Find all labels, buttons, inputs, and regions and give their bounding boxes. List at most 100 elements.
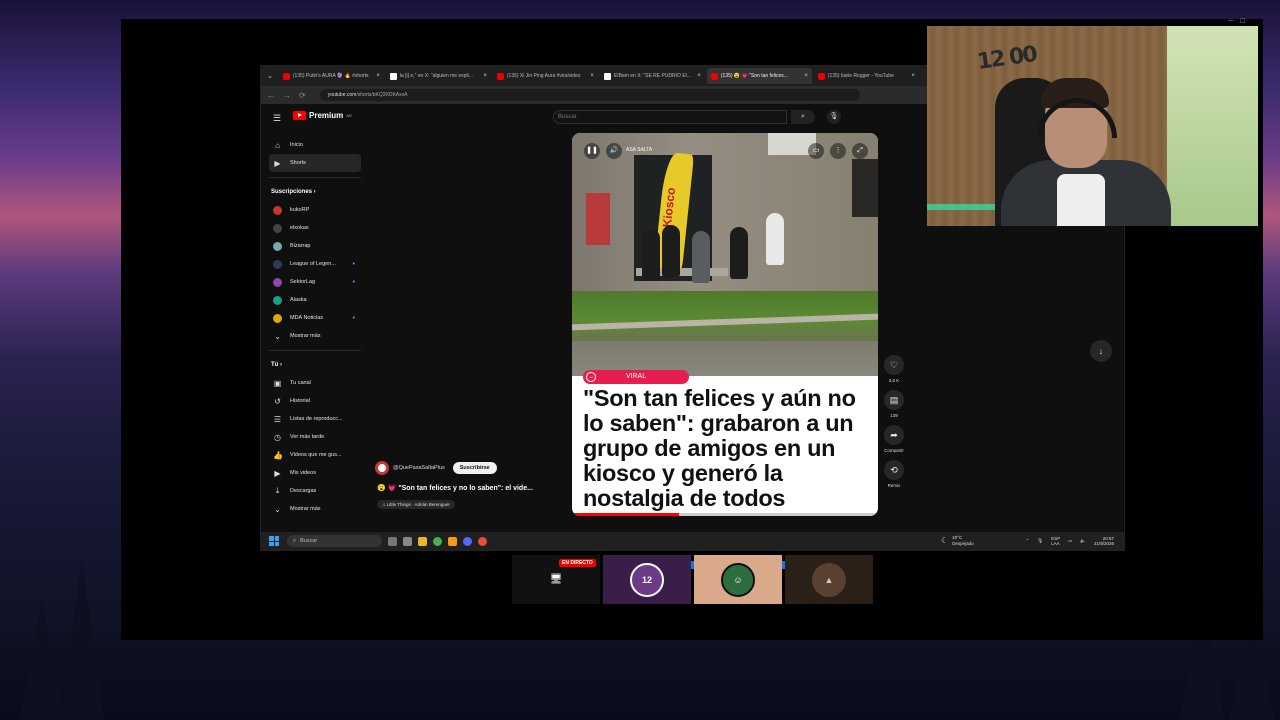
tab-4[interactable]: EIBam en X: "SE RE PUDRIO El... ×	[600, 68, 705, 84]
search-input[interactable]: Buscar	[553, 110, 787, 124]
close-icon[interactable]: ×	[590, 73, 594, 79]
sidebar-item[interactable]: ⌂ Inicio	[269, 136, 361, 154]
sidebar-item[interactable]: League of Legen... •	[269, 255, 361, 273]
windows-start-icon[interactable]	[269, 536, 279, 546]
search-icon: ⌕	[293, 537, 297, 544]
viral-tag: → VIRAL	[583, 370, 689, 384]
sidebar-item[interactable]: MDA Noticias •	[269, 309, 361, 327]
sidebar-item[interactable]: ▶ Mis videos	[269, 464, 361, 482]
sidebar-item-label: Listas de reproducc...	[290, 416, 343, 422]
menu-icon[interactable]: ☰	[273, 113, 281, 124]
lang-layout: LAA	[1051, 541, 1060, 546]
clock-icon: ◷	[274, 432, 281, 442]
tab-1[interactable]: (135) Putin's AURA 🔮 🔥 #shorts ×	[279, 68, 384, 84]
you-heading[interactable]: Tú ›	[269, 356, 361, 374]
sidebar-item[interactable]: ↺ Historial	[269, 392, 361, 410]
action-heart[interactable]: ♡ 3,6 K	[883, 355, 905, 383]
subscribe-button[interactable]: Suscribirse	[452, 462, 497, 474]
sidebar-item[interactable]: 👍 Videos que me gus...	[269, 446, 361, 464]
share-icon[interactable]: ➦	[884, 425, 904, 445]
avatar-icon: ☺	[721, 562, 755, 597]
sidebar-item-label: MDA Noticias	[290, 315, 324, 321]
minimize-icon[interactable]: —	[1228, 18, 1234, 25]
sidebar-item[interactable]: kukoRP	[269, 201, 361, 219]
microphone-icon[interactable]: 🎙	[827, 110, 841, 124]
close-icon[interactable]: ×	[804, 73, 808, 79]
action-share[interactable]: ➦ Compartir	[883, 425, 905, 453]
volume-icon[interactable]: 🔊	[606, 143, 622, 159]
next-arrow-icon[interactable]: ↓	[1090, 340, 1112, 362]
tab-5[interactable]: (135) 😮 💗 "Son tan felices... ×	[706, 68, 812, 84]
microphone-icon[interactable]: 🎙	[1037, 538, 1043, 544]
captions-icon[interactable]: ▭	[808, 143, 824, 159]
channel-avatar[interactable]	[375, 461, 389, 475]
maximize-icon[interactable]: ☐	[1240, 18, 1245, 25]
channel-avatar	[273, 259, 282, 269]
file-explorer-icon[interactable]	[418, 536, 427, 546]
discord-icon[interactable]	[463, 536, 472, 546]
tab-2[interactable]: la [i] e," en X: "alguien me expli... ×	[386, 68, 491, 84]
volume-icon[interactable]: 🔈	[1080, 538, 1086, 544]
heart-icon[interactable]: ♡	[884, 355, 904, 375]
back-icon[interactable]: ←	[267, 91, 275, 100]
close-icon[interactable]: ×	[911, 73, 915, 79]
sidebar-item[interactable]: ◷ Ver más tarde	[269, 428, 361, 446]
show-more-label: Mostrar más	[290, 333, 321, 339]
search-placeholder: Buscar	[558, 114, 577, 120]
remix-icon[interactable]: ⟲	[884, 460, 904, 480]
weather-widget[interactable]: ☾ 10°C Despejado	[941, 535, 974, 547]
pause-icon[interactable]: ❚❚	[584, 143, 600, 159]
widgets-icon[interactable]	[403, 536, 412, 546]
new-content-dot: •	[352, 278, 355, 286]
tab-3[interactable]: (135) Xi Jin Ping Aura #viralvideo ×	[493, 68, 598, 84]
url-field[interactable]: youtube.com /shorts/bKQ3XDKAxxA	[319, 89, 860, 101]
x-icon	[603, 72, 611, 80]
close-icon[interactable]: ×	[376, 73, 380, 79]
sidebar-item[interactable]: ▶ Shorts	[269, 154, 361, 172]
windows-taskbar: ⌕ Buscar ☾ 10°C Despejado ⌃ 🎙 ESP LAA ▭ 🔈 2…	[261, 532, 1124, 550]
logo-badge: AR	[346, 113, 352, 118]
video-title[interactable]: 😮 💗 "Son tan felices y no lo saben": el …	[377, 484, 533, 492]
chrome-icon[interactable]	[433, 536, 442, 546]
action-label: Compartir	[884, 448, 904, 453]
app-icon[interactable]	[448, 536, 457, 546]
channel-name[interactable]: @QuePasaSaltaPlus	[393, 465, 445, 471]
more-icon[interactable]: ⋮	[830, 143, 846, 159]
youtube-logo[interactable]: Premium AR	[293, 111, 352, 120]
progress-bar[interactable]	[572, 513, 878, 516]
comment-icon[interactable]: ▤	[884, 390, 904, 410]
music-chip[interactable]: ♫ Little Things · Adrián Berenguer	[377, 500, 455, 509]
sidebar-item[interactable]: ▣ Tu canal	[269, 374, 361, 392]
channel-avatar	[273, 205, 282, 215]
show-more-button[interactable]: ⌄ Mostrar más	[269, 327, 361, 345]
sidebar-item[interactable]: Bizarrap	[269, 237, 361, 255]
youtube-icon	[496, 72, 504, 80]
tab-list-icon[interactable]: ⌄	[267, 72, 273, 80]
sidebar-item[interactable]: elxokas	[269, 219, 361, 237]
search-icon[interactable]: ⌕	[791, 110, 815, 124]
fullscreen-icon[interactable]: ⤢	[852, 143, 868, 159]
task-view-icon[interactable]	[388, 536, 397, 546]
taskbar-search-label: Buscar	[300, 538, 318, 544]
youtube-play-icon	[293, 111, 306, 120]
network-icon[interactable]: ▭	[1068, 538, 1072, 544]
sidebar-item[interactable]: ☰ Listas de reproducc...	[269, 410, 361, 428]
subscriptions-heading[interactable]: Suscripciones ›	[269, 183, 361, 201]
chevron-up-icon[interactable]: ⌃	[1026, 538, 1030, 544]
sidebar-item[interactable]: SektorLag •	[269, 273, 361, 291]
action-remix[interactable]: ⟲ Remix	[883, 460, 905, 488]
reload-icon[interactable]: ⟳	[299, 91, 306, 100]
short-video-player[interactable]: Kiosco ❚❚ 🔊 ASA SALTA ▭ ⋮ ⤢ → VIRAL "Son …	[572, 133, 878, 516]
close-icon[interactable]: ×	[697, 73, 701, 79]
close-icon[interactable]: ×	[483, 73, 487, 79]
tab-label: (135) barie Rogger - YouTube	[827, 73, 894, 79]
app-icon[interactable]	[478, 536, 487, 546]
forward-icon[interactable]: →	[283, 91, 291, 100]
sidebar-item-label: Alaska	[290, 297, 307, 303]
taskbar-search[interactable]: ⌕ Buscar	[287, 535, 382, 547]
action-comment[interactable]: ▤ 139	[883, 390, 905, 418]
sidebar-item[interactable]: Alaska	[269, 291, 361, 309]
sidebar-item[interactable]: ⤓ Descargas	[269, 482, 361, 500]
show-more-button[interactable]: ⌄ Mostrar más	[269, 500, 361, 518]
tab-6[interactable]: (135) barie Rogger - YouTube ×	[814, 68, 919, 84]
